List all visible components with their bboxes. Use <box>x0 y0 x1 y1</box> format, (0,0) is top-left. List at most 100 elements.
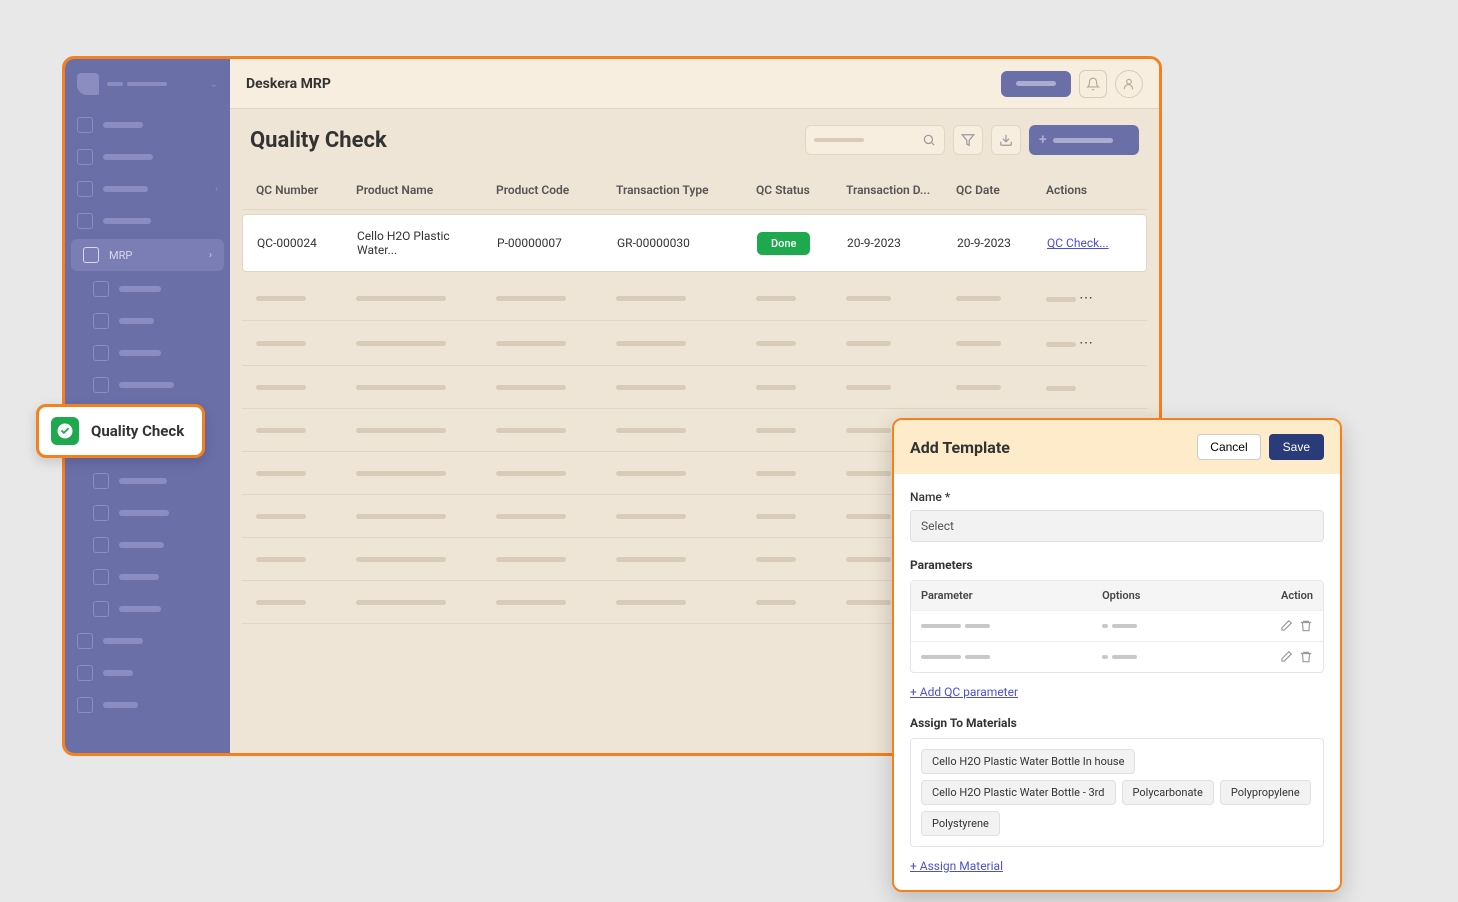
sidebar-sub-item[interactable] <box>65 337 230 369</box>
sidebar-sub-item[interactable] <box>65 561 230 593</box>
sidebar-sub-item[interactable] <box>65 369 230 401</box>
th-product-name: Product Name <box>350 183 490 197</box>
td-product-name: Cello H2O Plastic Water... <box>351 229 491 257</box>
sidebar-item[interactable] <box>65 109 230 141</box>
save-button[interactable]: Save <box>1269 434 1324 460</box>
mrp-icon <box>83 247 99 263</box>
modal-body: Name * Select Parameters Parameter Optio… <box>894 474 1340 890</box>
table-row-placeholder: ⋯ <box>242 276 1147 321</box>
nav-icon <box>77 213 93 229</box>
row-actions-menu[interactable]: ⋯ <box>1079 335 1094 351</box>
delete-icon[interactable] <box>1299 650 1313 664</box>
material-chip[interactable]: Polystyrene <box>921 811 1000 836</box>
nav-icon <box>93 313 109 329</box>
table-row-placeholder <box>242 366 1147 409</box>
material-chip[interactable]: Polypropylene <box>1220 780 1311 805</box>
nav-icon <box>77 633 93 649</box>
nav-icon <box>93 537 109 553</box>
th-product-code: Product Code <box>490 183 610 197</box>
parameters-table: Parameter Options Action <box>910 580 1324 673</box>
th-options: Options <box>1102 589 1253 602</box>
assign-material-link[interactable]: + Assign Material <box>910 859 1003 873</box>
td-transaction-type: GR-00000030 <box>611 236 751 250</box>
row-actions-menu[interactable]: ⋯ <box>1079 290 1094 306</box>
sidebar-sub-item[interactable] <box>65 273 230 305</box>
plus-icon: + <box>1039 132 1047 148</box>
app-logo-text-placeholder <box>107 82 167 86</box>
add-template-modal: Add Template Cancel Save Name * Select P… <box>892 418 1342 892</box>
sidebar-item[interactable] <box>65 689 230 721</box>
page-title: Quality Check <box>250 128 387 153</box>
edit-icon[interactable] <box>1279 619 1293 633</box>
sidebar-item[interactable] <box>65 141 230 173</box>
nav-icon <box>77 117 93 133</box>
td-qc-status: Done <box>751 232 841 255</box>
topbar-title: Deskera MRP <box>246 76 331 92</box>
user-icon <box>1122 77 1136 91</box>
parameters-section-label: Parameters <box>910 558 1324 572</box>
td-transaction-date: 20-9-2023 <box>841 236 951 250</box>
materials-box: Cello H2O Plastic Water Bottle In house … <box>910 738 1324 847</box>
qc-check-link[interactable]: QC Check... <box>1047 236 1109 250</box>
nav-icon <box>77 665 93 681</box>
sidebar-sub-item[interactable] <box>65 497 230 529</box>
nav-icon <box>93 345 109 361</box>
th-transaction-type: Transaction Type <box>610 183 750 197</box>
sidebar-logo-row[interactable]: ⌄ <box>65 59 230 109</box>
table-row-placeholder: ⋯ <box>242 321 1147 366</box>
params-header: Parameter Options Action <box>911 581 1323 610</box>
filter-icon <box>961 133 975 147</box>
delete-icon[interactable] <box>1299 619 1313 633</box>
chevron-right-icon: › <box>215 184 218 195</box>
material-chip[interactable]: Cello H2O Plastic Water Bottle In house <box>921 749 1135 774</box>
sidebar-sub-item[interactable] <box>65 465 230 497</box>
sidebar-item[interactable] <box>65 205 230 237</box>
nav-icon <box>93 569 109 585</box>
cancel-button[interactable]: Cancel <box>1197 434 1260 460</box>
name-select-input[interactable]: Select <box>910 510 1324 542</box>
search-input[interactable] <box>805 125 945 155</box>
th-qc-date: QC Date <box>950 183 1040 197</box>
filter-button[interactable] <box>953 125 983 155</box>
nav-icon <box>77 149 93 165</box>
sidebar-item[interactable] <box>65 625 230 657</box>
nav-icon <box>93 281 109 297</box>
th-actions: Actions <box>1040 183 1130 197</box>
td-qc-number: QC-000024 <box>251 236 351 250</box>
material-chip[interactable]: Cello H2O Plastic Water Bottle - 3rd <box>921 780 1116 805</box>
th-qc-number: QC Number <box>250 183 350 197</box>
td-actions: QC Check... <box>1041 236 1131 250</box>
quality-check-callout: Quality Check <box>36 404 205 458</box>
sidebar-item[interactable] <box>65 657 230 689</box>
callout-label: Quality Check <box>91 422 184 440</box>
chevron-down-icon: ⌄ <box>210 79 218 90</box>
app-logo-icon <box>77 73 99 95</box>
status-badge-done: Done <box>757 232 810 255</box>
notifications-button[interactable] <box>1079 70 1107 98</box>
topbar: Deskera MRP <box>230 59 1159 109</box>
user-avatar[interactable] <box>1115 70 1143 98</box>
chevron-right-icon: › <box>209 250 212 261</box>
search-icon <box>922 133 936 147</box>
edit-icon[interactable] <box>1279 650 1293 664</box>
modal-header: Add Template Cancel Save <box>894 420 1340 474</box>
nav-icon <box>93 473 109 489</box>
nav-icon <box>93 377 109 393</box>
material-chip[interactable]: Polycarbonate <box>1122 780 1214 805</box>
assign-materials-section-label: Assign To Materials <box>910 716 1324 730</box>
th-action: Action <box>1253 589 1313 602</box>
add-new-button[interactable]: + <box>1029 125 1139 155</box>
nav-icon <box>93 505 109 521</box>
sidebar-sub-item[interactable] <box>65 305 230 337</box>
sidebar-item[interactable]: › <box>65 173 230 205</box>
sidebar-item-mrp[interactable]: MRP › <box>71 239 224 271</box>
add-qc-parameter-link[interactable]: + Add QC parameter <box>910 685 1018 699</box>
table-row[interactable]: QC-000024 Cello H2O Plastic Water... P-0… <box>242 214 1147 272</box>
th-qc-status: QC Status <box>750 183 840 197</box>
topbar-primary-button[interactable] <box>1001 71 1071 97</box>
sidebar-sub-item[interactable] <box>65 593 230 625</box>
nav-icon <box>93 601 109 617</box>
modal-title: Add Template <box>910 438 1010 457</box>
sidebar-sub-item[interactable] <box>65 529 230 561</box>
export-button[interactable] <box>991 125 1021 155</box>
